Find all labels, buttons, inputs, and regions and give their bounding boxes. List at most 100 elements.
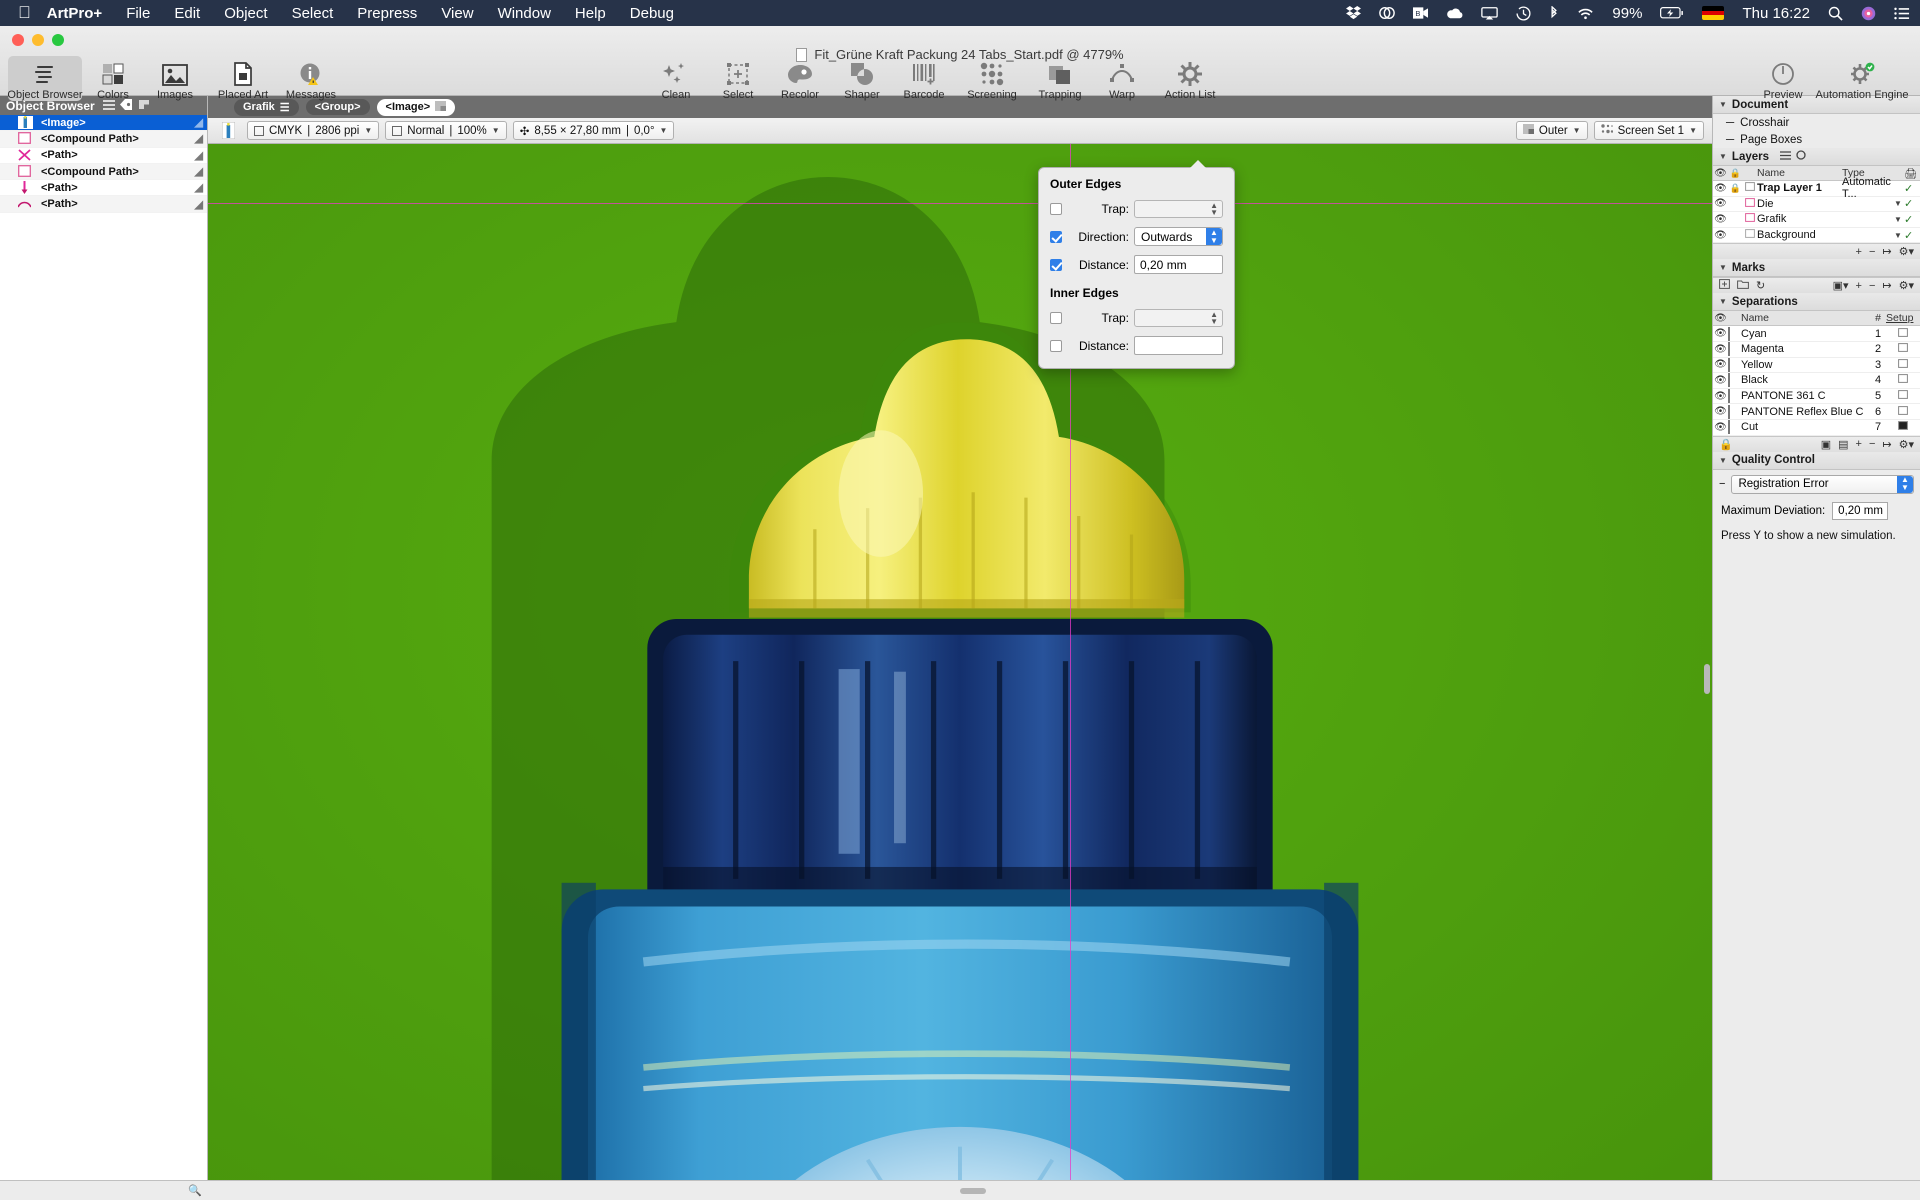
separations-options-button[interactable]: ⚙▾ xyxy=(1899,438,1914,451)
tool-object-browser[interactable]: Object Browser xyxy=(7,56,83,101)
airplay-icon[interactable] xyxy=(1481,6,1499,20)
layer-lock-toggle[interactable]: 🔒 xyxy=(1728,183,1743,194)
screen-recorder-icon[interactable]: B xyxy=(1413,7,1429,19)
mark-move-button[interactable]: ↦ xyxy=(1882,279,1891,292)
section-header-layers[interactable]: ▼ Layers xyxy=(1713,148,1920,166)
menu-item-artpro[interactable]: ArtPro+ xyxy=(47,5,102,22)
table-row[interactable]: 👁 Grafik ▼ ✓ xyxy=(1713,212,1920,228)
layer-visibility-toggle[interactable]: 👁 xyxy=(1713,230,1728,241)
apple-logo-icon[interactable]:  xyxy=(18,3,31,23)
screen-set-button[interactable]: Screen Set 1 ▼ xyxy=(1593,121,1704,140)
mark-refresh-button[interactable]: ↻ xyxy=(1756,279,1765,292)
outer-trap-checkbox[interactable] xyxy=(1050,203,1062,215)
wifi-icon[interactable] xyxy=(1577,7,1594,20)
colorspace-button[interactable]: CMYK | 2806 ppi ▼ xyxy=(247,121,380,140)
chevron-down-icon[interactable]: ▼ xyxy=(1719,100,1727,109)
onedrive-icon[interactable] xyxy=(1446,8,1463,19)
layer-print-check-icon[interactable]: ✓ xyxy=(1904,229,1920,242)
layers-options-button[interactable]: ⚙▾ xyxy=(1899,245,1914,258)
control-center-icon[interactable] xyxy=(1894,7,1910,20)
menu-item-object[interactable]: Object xyxy=(224,5,267,22)
tool-action-list[interactable]: Action List xyxy=(1153,56,1227,101)
dimensions-button[interactable]: ✣ 8,55 × 27,80 mm | 0,0° ▼ xyxy=(512,121,675,140)
chevron-down-icon[interactable]: ▼ xyxy=(364,126,372,135)
keyboard-flag-de-icon[interactable] xyxy=(1702,6,1725,20)
separation-setup-icon[interactable] xyxy=(1886,343,1920,355)
horizontal-scrollbar[interactable] xyxy=(208,1181,1712,1200)
menu-item-help[interactable]: Help xyxy=(575,5,606,22)
tool-colors[interactable]: Colors xyxy=(82,56,144,101)
collapse-icon[interactable]: − xyxy=(1719,478,1725,490)
table-row[interactable]: 👁 PANTONE Reflex Blue C 6 xyxy=(1713,404,1920,420)
tool-automation-engine[interactable]: Automation Engine xyxy=(1814,56,1910,101)
menu-item-edit[interactable]: Edit xyxy=(174,5,200,22)
chevron-down-icon[interactable]: ▼ xyxy=(1719,263,1727,272)
table-row[interactable]: 👁 Yellow 3 xyxy=(1713,357,1920,374)
separation-map-button[interactable]: ▤ xyxy=(1838,438,1848,451)
tool-preview[interactable]: Preview xyxy=(1752,56,1814,101)
separation-visibility-toggle[interactable]: 👁 xyxy=(1713,406,1728,417)
breadcrumb-item-image[interactable]: <Image> xyxy=(376,98,456,116)
separation-visibility-toggle[interactable]: 👁 xyxy=(1713,422,1728,433)
section-header-separations[interactable]: ▼ Separations xyxy=(1713,293,1920,312)
chevron-down-icon[interactable]: ▼ xyxy=(1573,126,1581,135)
separation-merge-button[interactable]: ▣ xyxy=(1821,438,1831,451)
list-item[interactable]: <Path> ◢ xyxy=(0,180,207,197)
separation-setup-icon[interactable] xyxy=(1886,405,1920,418)
inner-trap-stepper[interactable]: ▲ ▼ xyxy=(1134,309,1223,327)
tool-messages[interactable]: Messages xyxy=(280,56,342,101)
expand-indicator-icon[interactable]: ◢ xyxy=(195,149,203,162)
layer-visibility-toggle[interactable]: 👁 xyxy=(1713,214,1728,225)
tool-recolor[interactable]: Recolor xyxy=(769,56,831,101)
add-separation-button[interactable]: + xyxy=(1856,438,1862,450)
table-row[interactable]: 👁 PANTONE 361 C 5 xyxy=(1713,388,1920,405)
creative-cloud-icon[interactable] xyxy=(1379,6,1396,20)
separation-setup-icon[interactable] xyxy=(1886,358,1920,371)
outer-direction-select[interactable]: Outwards ▲ ▼ xyxy=(1134,227,1223,246)
tool-placed-art[interactable]: Placed Art xyxy=(206,56,280,101)
layers-circle-icon[interactable] xyxy=(1796,150,1806,163)
menu-item-select[interactable]: Select xyxy=(292,5,334,22)
layer-print-check-icon[interactable]: ✓ xyxy=(1904,197,1920,210)
list-item[interactable]: <Image> ◢ xyxy=(0,115,207,132)
tool-screening[interactable]: Screening xyxy=(955,56,1029,101)
expand-indicator-icon[interactable]: ◢ xyxy=(195,198,203,211)
expand-indicator-icon[interactable]: ◢ xyxy=(195,132,203,145)
tool-clean[interactable]: Clean xyxy=(645,56,707,101)
layer-print-check-icon[interactable]: ✓ xyxy=(1904,213,1920,226)
tool-select[interactable]: Select xyxy=(707,56,769,101)
mark-folder-button[interactable] xyxy=(1737,279,1749,292)
maximum-deviation-input[interactable]: 0,20 mm xyxy=(1832,501,1889,520)
tool-trapping[interactable]: Trapping xyxy=(1029,56,1091,101)
mark-remove-button[interactable]: − xyxy=(1869,280,1875,292)
marks-options-button[interactable]: ⚙▾ xyxy=(1899,279,1914,292)
chevron-down-icon[interactable]: ▼ xyxy=(1719,152,1727,161)
layer-print-check-icon[interactable]: ✓ xyxy=(1904,182,1920,195)
chevron-down-icon[interactable]: ▼ xyxy=(1719,456,1727,465)
chevron-down-icon[interactable]: ▼ xyxy=(1689,126,1697,135)
separation-setup-icon[interactable] xyxy=(1886,327,1920,340)
expand-indicator-icon[interactable]: ◢ xyxy=(195,165,203,178)
zoom-fit-icon[interactable]: 🔍 xyxy=(0,1184,208,1197)
chevron-down-icon[interactable]: ▼ xyxy=(492,126,500,135)
edge-mode-button[interactable]: Outer ▼ xyxy=(1515,121,1588,140)
stepper-arrows-icon[interactable]: ▲ ▼ xyxy=(1210,202,1218,217)
outer-trap-stepper[interactable]: ▲ ▼ xyxy=(1134,200,1223,218)
table-row[interactable]: 👁 Cyan 1 xyxy=(1713,326,1920,342)
separation-setup-icon[interactable] xyxy=(1886,390,1920,402)
chevron-down-icon[interactable]: ▼ xyxy=(1894,199,1904,208)
time-machine-icon[interactable] xyxy=(1516,5,1531,21)
chevron-updown-icon[interactable]: ▲ ▼ xyxy=(1206,228,1222,245)
list-item[interactable]: <Path> ◢ xyxy=(0,196,207,213)
chevron-down-icon[interactable]: ▼ xyxy=(1894,215,1904,224)
section-header-quality-control[interactable]: ▼ Quality Control xyxy=(1713,451,1920,470)
chevron-down-icon[interactable]: ▼ xyxy=(660,126,668,135)
layers-list-icon[interactable] xyxy=(1780,150,1792,163)
tool-warp[interactable]: Warp xyxy=(1091,56,1153,101)
trap-edges-popover[interactable]: Outer Edges Trap: ▲ ▼ Direction: Outwards xyxy=(1038,160,1235,369)
separation-visibility-toggle[interactable]: 👁 xyxy=(1713,375,1728,386)
siri-icon[interactable] xyxy=(1861,6,1876,21)
separation-visibility-toggle[interactable]: 👁 xyxy=(1713,359,1728,370)
mark-add-button[interactable] xyxy=(1719,279,1730,292)
blend-mode-button[interactable]: Normal | 100% ▼ xyxy=(385,121,507,140)
